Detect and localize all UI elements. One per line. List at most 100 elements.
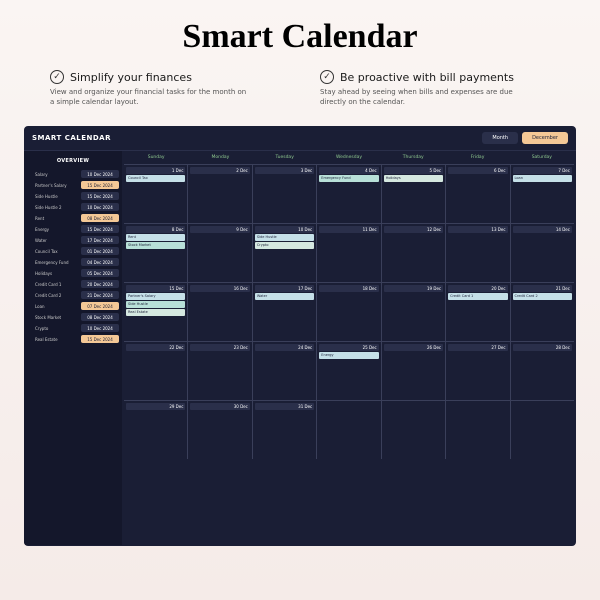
calendar-cell[interactable]: 15 DecPartner's SalarySide HustleReal Es… (124, 283, 188, 341)
overview-item[interactable]: Credit Card 221 Dec 2024 (27, 290, 119, 301)
calendar-cell[interactable] (317, 401, 381, 459)
calendar-cell[interactable]: 29 Dec (124, 401, 188, 459)
overview-label: Crypto (27, 326, 48, 331)
day-header: Tuesday (253, 151, 317, 164)
calendar-cell[interactable]: 20 DecCredit Card 1 (446, 283, 510, 341)
overview-item[interactable]: Stock Market08 Dec 2024 (27, 312, 119, 323)
cell-date: 29 Dec (126, 403, 185, 410)
overview-label: Energy (27, 227, 49, 232)
app-header: SMART CALENDAR Month December (24, 126, 576, 151)
calendar-event[interactable]: Partner's Salary (126, 293, 185, 300)
calendar-event[interactable]: Energy (319, 352, 378, 359)
overview-item[interactable]: Holidays05 Dec 2024 (27, 268, 119, 279)
calendar-event[interactable]: Side Hustle (126, 301, 185, 308)
calendar-cell[interactable]: 4 DecEmergency Fund (317, 165, 381, 223)
calendar-cell[interactable]: 17 DecWater (253, 283, 317, 341)
overview-item[interactable]: Crypto10 Dec 2024 (27, 323, 119, 334)
calendar-event[interactable]: Credit Card 2 (513, 293, 572, 300)
view-selector[interactable]: Month (482, 132, 518, 144)
cell-date: 20 Dec (448, 285, 507, 292)
overview-label: Side Hustle 2 (27, 205, 62, 210)
overview-item[interactable]: Salary 10 Dec 2024 (27, 169, 119, 180)
cell-date: 21 Dec (513, 285, 572, 292)
calendar-cell[interactable]: 31 Dec (253, 401, 317, 459)
calendar-cell[interactable]: 14 Dec (511, 224, 574, 282)
calendar-cell[interactable]: 5 DecHolidays (382, 165, 446, 223)
overview-sidebar: OVERVIEW Salary 10 Dec 2024 Partner's Sala… (24, 151, 122, 545)
overview-item[interactable]: Council Tax01 Dec 2024 (27, 246, 119, 257)
overview-label: Salary (27, 172, 48, 177)
calendar-cell[interactable]: 11 Dec (317, 224, 381, 282)
calendar-event[interactable]: Loan (513, 175, 572, 182)
calendar-event[interactable]: Stock Market (126, 242, 185, 249)
overview-title: OVERVIEW (27, 155, 119, 169)
calendar-cell[interactable]: 13 Dec (446, 224, 510, 282)
calendar-cell[interactable]: 30 Dec (188, 401, 252, 459)
calendar-cell[interactable] (382, 401, 446, 459)
calendar-cell[interactable]: 3 Dec (253, 165, 317, 223)
calendar-cell[interactable] (511, 401, 574, 459)
feature-desc: View and organize your financial tasks f… (50, 88, 250, 108)
cell-date: 31 Dec (255, 403, 314, 410)
calendar-event[interactable]: Real Estate (126, 309, 185, 316)
overview-item[interactable]: Side Hustle15 Dec 2024 (27, 191, 119, 202)
overview-label: Loan (27, 304, 45, 309)
calendar-event[interactable]: Credit Card 1 (448, 293, 507, 300)
calendar-cell[interactable]: 10 DecSide HustleCrypto (253, 224, 317, 282)
calendar-cell[interactable]: 23 Dec (188, 342, 252, 400)
overview-item[interactable]: Credit Card 120 Dec 2024 (27, 279, 119, 290)
overview-label: Real Estate (27, 337, 58, 342)
overview-date: 07 Dec 2024 (81, 302, 119, 310)
calendar-cell[interactable]: 21 DecCredit Card 2 (511, 283, 574, 341)
calendar-cell[interactable]: 27 Dec (446, 342, 510, 400)
calendar-event[interactable]: Holidays (384, 175, 443, 182)
calendar-week: 29 Dec 30 Dec 31 Dec (124, 400, 574, 459)
overview-item[interactable]: Partner's Salary15 Dec 2024 (27, 180, 119, 191)
calendar-event[interactable]: Rent (126, 234, 185, 241)
feature-proactive: Be proactive with bill payments Stay ahe… (320, 70, 550, 108)
calendar-cell[interactable]: 7 DecLoan (511, 165, 574, 223)
calendar-cell[interactable]: 19 Dec (382, 283, 446, 341)
overview-item[interactable]: Side Hustle 2 10 Dec 2024 (27, 202, 119, 213)
overview-label: Emergency Fund (27, 260, 69, 265)
cell-date: 22 Dec (126, 344, 185, 351)
calendar-event[interactable]: Council Tax (126, 175, 185, 182)
cell-date: 30 Dec (190, 403, 249, 410)
calendar-event[interactable]: Emergency Fund (319, 175, 378, 182)
cell-date: 24 Dec (255, 344, 314, 351)
calendar-cell[interactable]: 1 DecCouncil Tax (124, 165, 188, 223)
calendar-cell[interactable]: 12 Dec (382, 224, 446, 282)
calendar-cell[interactable] (446, 401, 510, 459)
cell-date: 14 Dec (513, 226, 572, 233)
calendar-cell[interactable]: 26 Dec (382, 342, 446, 400)
calendar-event[interactable]: Crypto (255, 242, 314, 249)
calendar-cell[interactable]: 18 Dec (317, 283, 381, 341)
overview-date: 10 Dec 2024 (81, 170, 119, 178)
day-header: Friday (445, 151, 509, 164)
overview-item[interactable]: Real Estate15 Dec 2024 (27, 334, 119, 345)
calendar-cell[interactable]: 28 Dec (511, 342, 574, 400)
month-selector[interactable]: December (522, 132, 568, 144)
calendar-cell[interactable]: 24 Dec (253, 342, 317, 400)
cell-date: 26 Dec (384, 344, 443, 351)
overview-item[interactable]: Rent08 Dec 2024 (27, 213, 119, 224)
overview-label: Credit Card 1 (27, 282, 61, 287)
overview-label: Council Tax (27, 249, 58, 254)
calendar-cell[interactable]: 22 Dec (124, 342, 188, 400)
overview-date: 08 Dec 2024 (81, 313, 119, 321)
calendar-cell[interactable]: 8 DecRentStock Market (124, 224, 188, 282)
overview-date: 10 Dec 2024 (81, 203, 119, 211)
calendar-event[interactable]: Water (255, 293, 314, 300)
overview-label: Holidays (27, 271, 52, 276)
overview-item[interactable]: Water17 Dec 2024 (27, 235, 119, 246)
calendar-event[interactable]: Side Hustle (255, 234, 314, 241)
calendar-cell[interactable]: 6 Dec (446, 165, 510, 223)
calendar-cell[interactable]: 2 Dec (188, 165, 252, 223)
calendar-cell[interactable]: 25 DecEnergy (317, 342, 381, 400)
calendar-cell[interactable]: 16 Dec (188, 283, 252, 341)
calendar-header: SundayMondayTuesdayWednesdayThursdayFrid… (124, 151, 574, 164)
calendar-cell[interactable]: 9 Dec (188, 224, 252, 282)
overview-item[interactable]: Emergency Fund04 Dec 2024 (27, 257, 119, 268)
overview-item[interactable]: Loan 07 Dec 2024 (27, 301, 119, 312)
overview-item[interactable]: Energy15 Dec 2024 (27, 224, 119, 235)
